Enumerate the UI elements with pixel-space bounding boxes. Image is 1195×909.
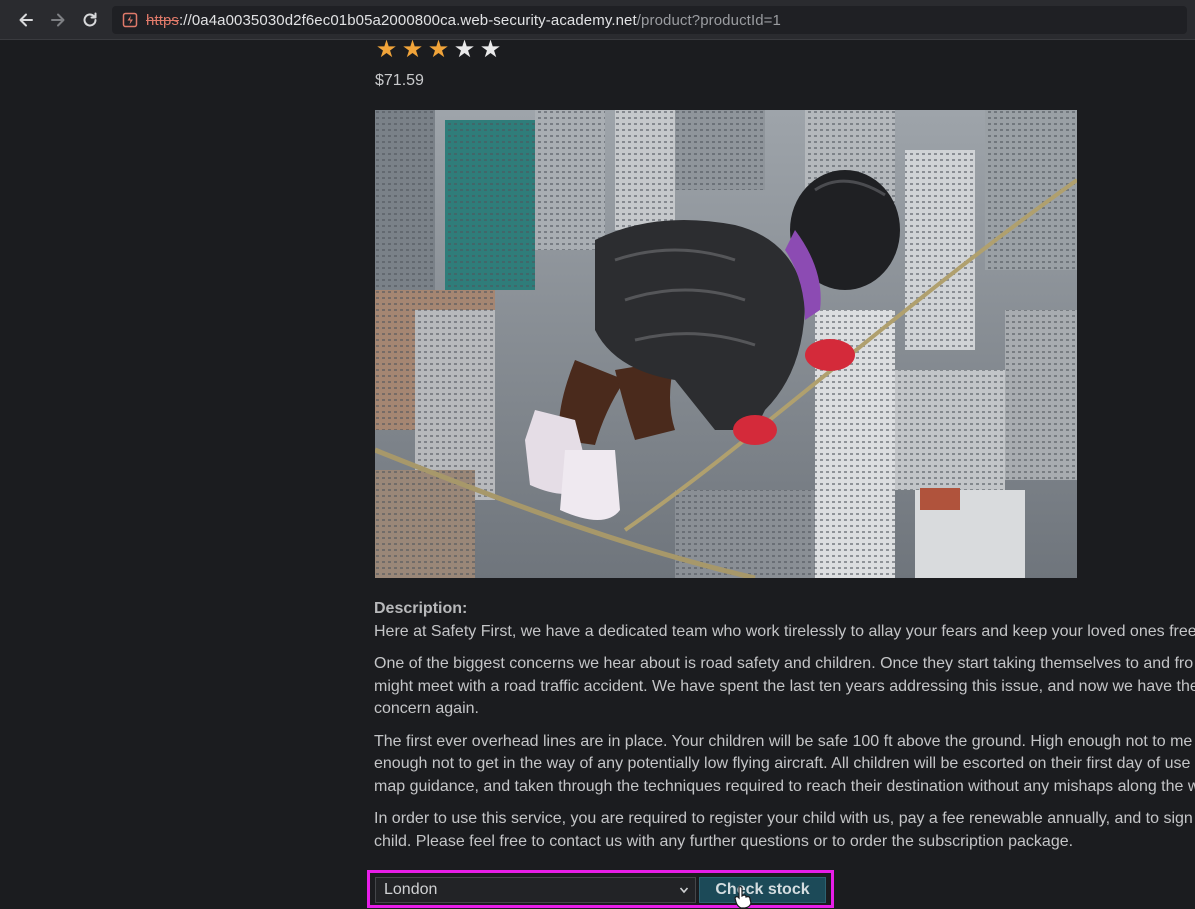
description-paragraph: One of the biggest concerns we hear abou… <box>374 653 1195 721</box>
product-description: Description: Here at Safety First, we ha… <box>374 598 1195 863</box>
url-text[interactable]: https://0a4a0035030d2f6ec01b05a2000800ca… <box>146 12 781 29</box>
address-bar[interactable]: https://0a4a0035030d2f6ec01b05a2000800ca… <box>112 6 1187 34</box>
chevron-down-icon <box>679 887 689 894</box>
url-path: /product?productId=1 <box>636 11 781 29</box>
star-empty-icon: ★ <box>479 40 502 63</box>
star-empty-icon: ★ <box>453 40 476 63</box>
description-line: In order to use this service, you are re… <box>374 810 1193 827</box>
star-filled-icon: ★ <box>375 40 398 63</box>
arrow-right-icon <box>51 13 65 27</box>
description-line: might meet with a road traffic accident.… <box>374 677 1195 695</box>
stock-check-form: London Check stock <box>367 870 834 908</box>
check-stock-button[interactable]: Check stock <box>699 877 826 903</box>
description-paragraph: Here at Safety First, we have a dedicate… <box>374 621 1195 644</box>
description-line: One of the biggest concerns we hear abou… <box>374 655 1194 672</box>
product-price: $71.59 <box>375 72 424 89</box>
product-image <box>375 110 1077 578</box>
description-line: concern again. <box>374 700 479 717</box>
forward-button[interactable] <box>46 8 70 32</box>
description-line: child. Please feel free to contact us wi… <box>374 832 1074 850</box>
rating-stars: ★ ★ ★ ★ ★ <box>374 40 503 62</box>
product-page: ★ ★ ★ ★ ★ $71.59 Description: Here at Sa… <box>0 40 1195 909</box>
reload-icon <box>83 12 97 27</box>
url-scheme: https <box>146 11 180 29</box>
description-paragraph: In order to use this service, you are re… <box>374 808 1195 853</box>
store-select[interactable]: London <box>375 877 696 903</box>
description-line: map guidance, and taken through the tech… <box>374 777 1195 795</box>
star-filled-icon: ★ <box>427 40 450 63</box>
store-select-value: London <box>384 881 438 898</box>
url-host: ://0a4a0035030d2f6ec01b05a2000800ca.web-… <box>179 11 637 29</box>
reload-button[interactable] <box>78 8 102 32</box>
back-button[interactable] <box>14 8 38 32</box>
arrow-left-icon <box>19 13 33 27</box>
description-line: Here at Safety First, we have a dedicate… <box>374 622 1195 640</box>
description-line: The first ever overhead lines are in pla… <box>374 732 1193 750</box>
star-filled-icon: ★ <box>401 40 424 63</box>
browser-toolbar: https://0a4a0035030d2f6ec01b05a2000800ca… <box>0 0 1195 40</box>
description-line: enough not to get in the way of any pote… <box>374 755 1191 772</box>
description-paragraph: The first ever overhead lines are in pla… <box>374 731 1195 799</box>
insecure-connection-icon[interactable] <box>122 12 138 28</box>
description-heading: Description: <box>374 600 468 617</box>
